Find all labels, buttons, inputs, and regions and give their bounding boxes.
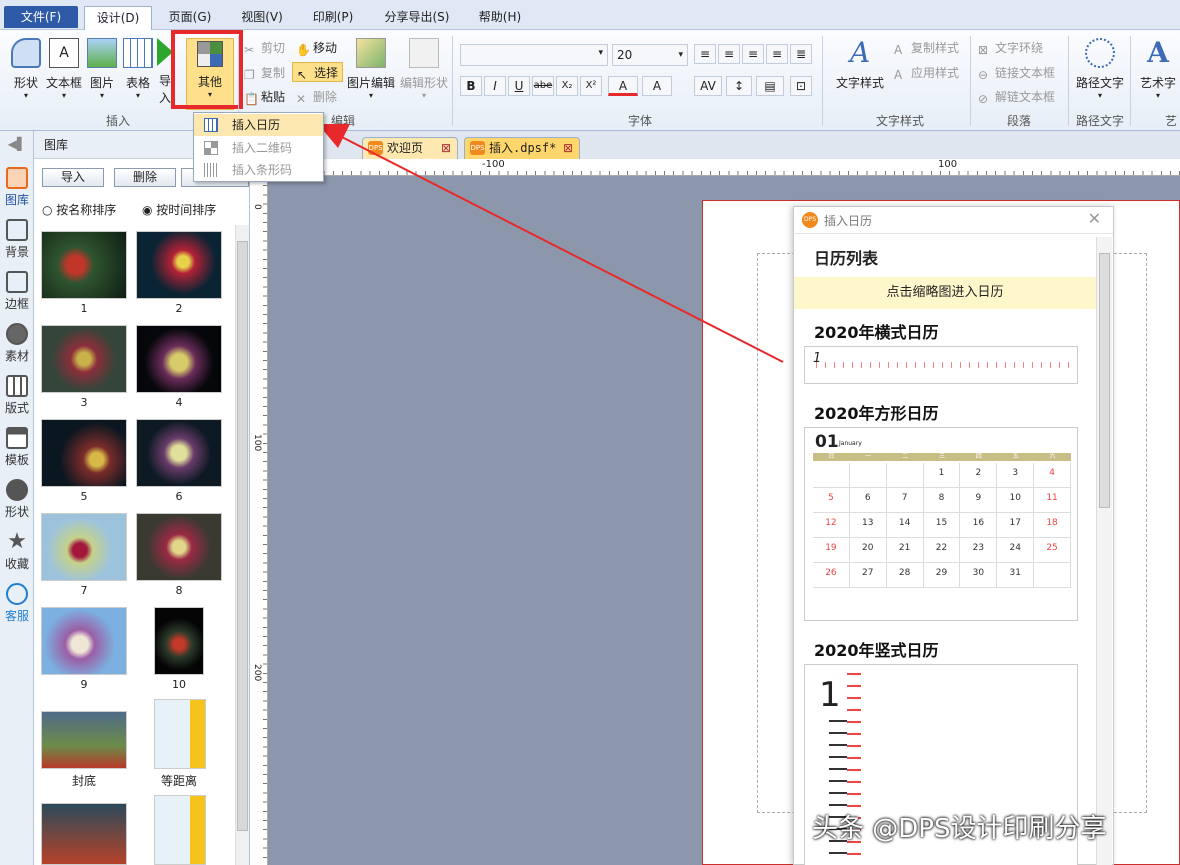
day-cell: 8	[923, 488, 961, 513]
panel-scroll-thumb[interactable]	[1099, 253, 1110, 508]
menu-item-insert-barcode[interactable]: 插入条形码	[194, 159, 323, 181]
insert-calendar-panel: DPS 插入日历 ✕ 日历列表 点击缩略图进入日历 2020年横式日历 1 20…	[793, 206, 1114, 865]
day-cell: 13	[849, 513, 887, 538]
day-cell	[886, 463, 924, 488]
calendar-icon	[204, 118, 218, 132]
day-cell: 2	[960, 463, 998, 488]
weekday-label: 五	[997, 453, 1035, 461]
horizontal-calendar-thumb[interactable]: 1	[804, 346, 1078, 384]
day-cell: 16	[960, 513, 998, 538]
day-cell: 27	[849, 563, 887, 588]
day-cell: 18	[1034, 513, 1071, 538]
menu-item-insert-qrcode[interactable]: 插入二维码	[194, 137, 323, 159]
section-horizontal-title: 2020年横式日历	[814, 323, 939, 342]
section-vertical-title: 2020年竖式日历	[814, 641, 939, 660]
day-cell: 24	[997, 538, 1035, 563]
panel-title: 插入日历	[824, 214, 873, 228]
day-cell: 3	[997, 463, 1035, 488]
day-cell: 26	[813, 563, 850, 588]
dps-logo-icon: DPS	[802, 212, 818, 228]
panel-scrollbar[interactable]	[1096, 237, 1112, 865]
day-cell: 5	[813, 488, 850, 513]
weekday-label: 二	[886, 453, 924, 461]
square-calendar-thumb[interactable]: 01 January 日一二三四五六 1 2 3 4 5 6 7 8 9 10 11 12 13 14 15 1…	[804, 427, 1078, 621]
panel-header: DPS 插入日历 ✕	[794, 207, 1113, 234]
day-cell: 21	[886, 538, 924, 563]
day-cell: 6	[849, 488, 887, 513]
day-cell: 11	[1034, 488, 1071, 513]
watermark-text: 头条 @DPS设计印刷分享	[812, 814, 1107, 844]
day-cell: 17	[997, 513, 1035, 538]
day-cell: 9	[960, 488, 998, 513]
weekday-label: 六	[1034, 453, 1071, 461]
day-cell: 7	[886, 488, 924, 513]
day-cell: 30	[960, 563, 998, 588]
day-cell: 22	[923, 538, 961, 563]
day-cell: 1	[923, 463, 961, 488]
day-cell: 25	[1034, 538, 1071, 563]
section-square-title: 2020年方形日历	[814, 404, 939, 423]
weekday-label: 一	[849, 453, 887, 461]
weekday-label: 三	[923, 453, 961, 461]
barcode-icon	[204, 163, 218, 177]
day-cell: 20	[849, 538, 887, 563]
day-cell	[813, 463, 850, 488]
day-cell: 23	[960, 538, 998, 563]
day-cell: 29	[923, 563, 961, 588]
other-dropdown-menu: 插入日历 插入二维码 插入条形码	[193, 112, 324, 182]
weekday-label: 日	[813, 453, 850, 461]
weekday-label: 四	[960, 453, 998, 461]
day-cell: 31	[997, 563, 1035, 588]
day-cell: 4	[1034, 463, 1071, 488]
day-cell: 10	[997, 488, 1035, 513]
menu-item-insert-calendar[interactable]: 插入日历	[194, 114, 323, 136]
qrcode-icon	[204, 141, 218, 155]
day-cell: 19	[813, 538, 850, 563]
day-cell	[1034, 563, 1071, 588]
day-cell: 28	[886, 563, 924, 588]
day-cell	[849, 463, 887, 488]
day-cell: 12	[813, 513, 850, 538]
close-icon[interactable]: ✕	[1088, 209, 1101, 228]
calendar-list-title: 日历列表	[814, 249, 879, 268]
panel-hint: 点击缩略图进入日历	[794, 277, 1096, 309]
day-cell: 14	[886, 513, 924, 538]
square-calendar-grid: 日一二三四五六 1 2 3 4 5 6 7 8 9 10 11 12 13 14 15 16 17 18 19 20 21…	[813, 453, 1071, 615]
day-cell: 15	[923, 513, 961, 538]
